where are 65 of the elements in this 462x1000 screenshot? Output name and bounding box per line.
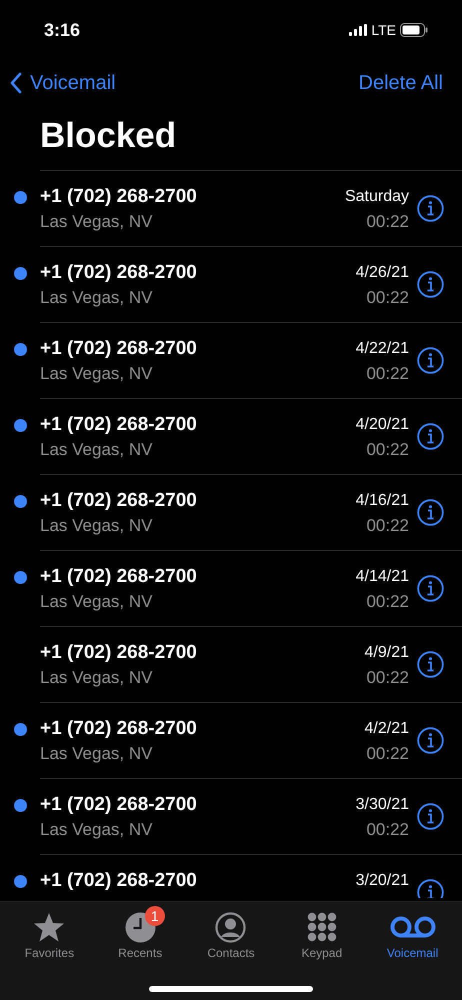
notification-badge: 1 <box>144 906 165 926</box>
date-text: Saturday <box>344 187 409 207</box>
duration-text: 00:22 <box>365 591 409 613</box>
phone-number: +1 (702) 268-2700 <box>40 793 198 817</box>
location-text: Las Vegas, NV <box>40 515 154 537</box>
location-text: Las Vegas, NV <box>40 819 154 841</box>
date-text: 4/26/21 <box>356 263 409 283</box>
duration-text: 00:22 <box>365 363 409 385</box>
duration-text: 00:22 <box>365 667 409 689</box>
duration-text: 00:22 <box>365 439 409 461</box>
phone-number: +1 (702) 268-2700 <box>40 185 198 209</box>
location-text: Las Vegas, NV <box>40 439 154 461</box>
clock-time: 3:16 <box>44 18 80 42</box>
back-icon <box>10 72 22 94</box>
info-icon[interactable] <box>417 195 444 222</box>
info-icon[interactable] <box>417 347 444 374</box>
delete-all-button[interactable]: Delete All <box>358 68 443 98</box>
duration-text: 00:22 <box>365 211 409 233</box>
location-text: Las Vegas, NV <box>40 363 154 385</box>
network-label: LTE <box>371 20 396 40</box>
info-icon[interactable] <box>417 499 444 526</box>
date-text: 4/20/21 <box>356 415 409 435</box>
info-icon[interactable] <box>417 651 444 678</box>
phone-number: +1 (702) 268-2700 <box>40 641 198 665</box>
date-text: 3/20/21 <box>356 871 409 891</box>
duration-text: 00:22 <box>365 515 409 537</box>
duration-text: 00:22 <box>365 743 409 765</box>
location-text: Las Vegas, NV <box>40 667 154 689</box>
date-text: 4/22/21 <box>356 339 409 359</box>
phone-number: +1 (702) 268-2700 <box>40 413 198 437</box>
info-icon[interactable] <box>417 575 444 602</box>
tab-button[interactable]: Contacts <box>186 902 276 1000</box>
date-text: 3/30/21 <box>356 795 409 815</box>
info-icon[interactable] <box>417 727 444 754</box>
info-icon[interactable] <box>417 803 444 830</box>
location-text: Las Vegas, NV <box>40 743 154 765</box>
page-title: Blocked <box>39 115 178 157</box>
voicemail-icon <box>390 916 436 938</box>
date-text: 4/16/21 <box>356 491 409 511</box>
back-button[interactable]: Voicemail <box>10 68 116 98</box>
tab-button[interactable]: Voicemail <box>367 902 458 1000</box>
person-icon <box>215 912 246 942</box>
keypad-icon <box>306 912 337 942</box>
phone-number: +1 (702) 268-2700 <box>40 869 198 893</box>
tab-button[interactable]: Keypad <box>276 902 368 1000</box>
phone-number: +1 (702) 268-2700 <box>40 565 198 589</box>
duration-text: 00:22 <box>365 287 409 309</box>
location-text: Las Vegas, NV <box>40 287 154 309</box>
battery-icon <box>400 23 428 37</box>
star-icon <box>33 912 66 942</box>
phone-number: +1 (702) 268-2700 <box>40 337 198 361</box>
phone-number: +1 (702) 268-2700 <box>40 489 198 513</box>
date-text: 4/9/21 <box>364 643 409 663</box>
duration-text: 00:22 <box>365 819 409 841</box>
location-text: Las Vegas, NV <box>40 211 154 233</box>
date-text: 4/2/21 <box>364 719 409 739</box>
location-text: Las Vegas, NV <box>40 591 154 613</box>
signal-icon <box>349 24 368 36</box>
date-text: 4/14/21 <box>356 567 409 587</box>
info-icon[interactable] <box>417 271 444 298</box>
phone-number: +1 (702) 268-2700 <box>40 261 198 285</box>
info-icon[interactable] <box>417 423 444 450</box>
info-icon[interactable] <box>417 879 444 898</box>
phone-number: +1 (702) 268-2700 <box>40 717 198 741</box>
tab-button[interactable]: Favorites <box>4 902 95 1000</box>
